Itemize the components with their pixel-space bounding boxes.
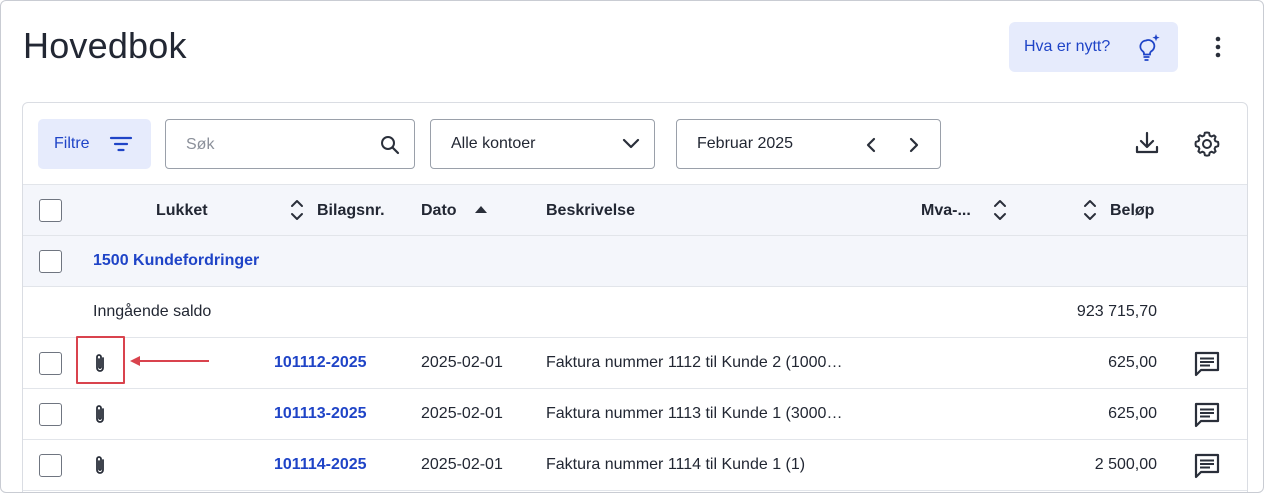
row-date: 2025-02-01	[421, 354, 503, 371]
row-description: Faktura nummer 1114 til Kunde 1 (1)	[546, 456, 806, 473]
period-picker: Februar 2025	[676, 119, 941, 169]
comment-icon[interactable]	[1193, 401, 1221, 429]
voucher-link[interactable]: 101114-2025	[274, 456, 367, 474]
table-header: Lukket Bilagsnr. Dato Beskrivelse Mva-..…	[23, 184, 1247, 236]
sort-icon[interactable]	[993, 198, 1007, 222]
row-amount: 2 500,00	[1094, 456, 1157, 473]
column-vat[interactable]: Mva-...	[921, 202, 971, 220]
chevron-down-icon	[622, 138, 640, 149]
row-description: Faktura nummer 1113 til Kunde 1 (3000…	[546, 405, 843, 422]
search-field[interactable]	[165, 119, 415, 169]
chevron-left-icon[interactable]	[860, 134, 882, 156]
account-select-value: Alle kontoer	[451, 135, 536, 152]
row-amount: 625,00	[1108, 405, 1157, 422]
sort-icon[interactable]	[1083, 198, 1097, 222]
app-window: Hovedbok Hva er nytt? Filtre Søk Alle ko…	[0, 0, 1264, 493]
sort-icon[interactable]	[290, 198, 304, 222]
group-account-link[interactable]: 1500 Kundefordringer	[93, 252, 259, 270]
group-checkbox[interactable]	[39, 250, 62, 273]
column-closed[interactable]: Lukket	[156, 202, 208, 220]
row-date: 2025-02-01	[421, 456, 503, 473]
column-date[interactable]: Dato	[421, 202, 457, 220]
group-row: 1500 Kundefordringer	[23, 236, 1247, 287]
search-icon[interactable]	[380, 135, 400, 155]
chevron-right-icon[interactable]	[903, 134, 925, 156]
period-value: Februar 2025	[697, 135, 794, 152]
row-date: 2025-02-01	[421, 405, 503, 422]
search-input[interactable]	[186, 134, 366, 156]
column-voucher[interactable]: Bilagsnr.	[317, 202, 385, 220]
row-amount: 625,00	[1108, 354, 1157, 371]
annotation-arrow	[130, 356, 209, 366]
page-title: Hovedbok	[23, 25, 187, 66]
paperclip-icon[interactable]	[91, 403, 109, 427]
comment-icon[interactable]	[1193, 452, 1221, 480]
bulb-sparkle-icon	[1139, 34, 1160, 61]
kebab-menu-icon[interactable]	[1206, 33, 1230, 61]
paperclip-icon[interactable]	[91, 454, 109, 478]
table-row: 101114-2025 2025-02-01 Faktura nummer 11…	[23, 440, 1247, 491]
row-checkbox[interactable]	[39, 352, 62, 375]
column-description[interactable]: Beskrivelse	[546, 202, 635, 220]
filter-label: Filtre	[54, 135, 90, 152]
whats-new-button[interactable]: Hva er nytt?	[1009, 22, 1178, 72]
gear-icon[interactable]	[1193, 130, 1221, 158]
download-icon[interactable]	[1134, 130, 1160, 156]
comment-icon[interactable]	[1193, 350, 1221, 378]
table-row: 101113-2025 2025-02-01 Faktura nummer 11…	[23, 389, 1247, 440]
select-all-checkbox[interactable]	[39, 199, 62, 222]
row-checkbox[interactable]	[39, 403, 62, 426]
opening-balance-amount: 923 715,70	[1076, 303, 1157, 320]
ledger-card: Filtre Alle kontoer Februar 2025	[22, 102, 1248, 492]
whats-new-label: Hva er nytt?	[1024, 38, 1111, 55]
column-amount[interactable]: Beløp	[1110, 202, 1154, 220]
account-select[interactable]: Alle kontoer	[430, 119, 655, 169]
paperclip-icon[interactable]	[91, 352, 109, 376]
sort-ascending-icon[interactable]	[474, 205, 488, 215]
opening-balance-label: Inngående saldo	[93, 303, 212, 320]
voucher-link[interactable]: 101113-2025	[274, 405, 367, 423]
filter-button[interactable]: Filtre	[38, 119, 151, 169]
row-checkbox[interactable]	[39, 454, 62, 477]
voucher-link[interactable]: 101112-2025	[274, 354, 367, 372]
row-description: Faktura nummer 1112 til Kunde 2 (1000…	[546, 354, 843, 371]
opening-balance-row: Inngående saldo 923 715,70	[23, 287, 1247, 338]
filter-lines-icon	[109, 136, 133, 152]
